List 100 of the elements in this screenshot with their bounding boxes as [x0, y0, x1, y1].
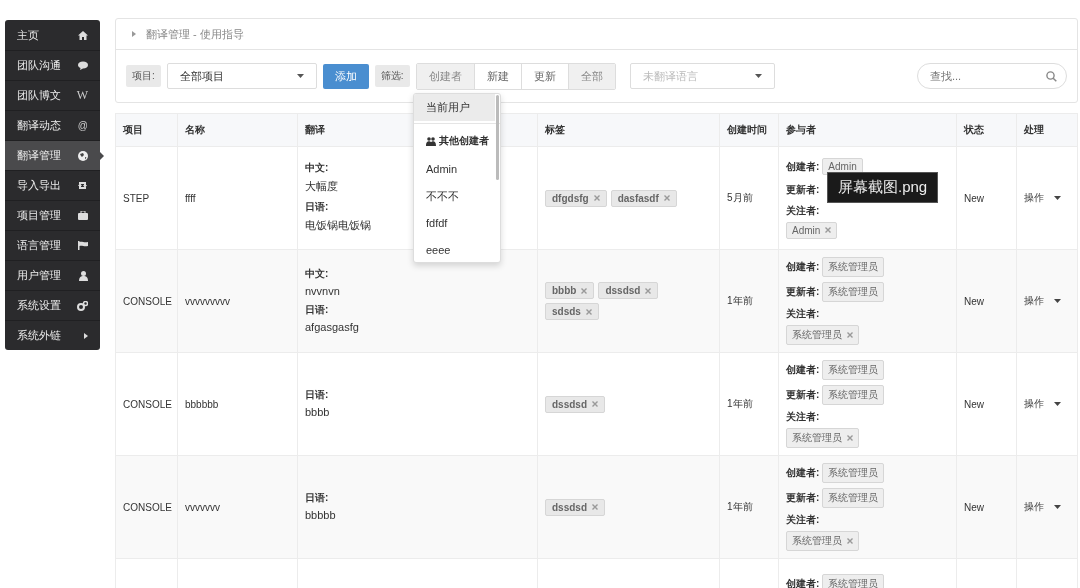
remove-icon[interactable]: [592, 504, 598, 510]
search-field[interactable]: 查找...: [917, 63, 1067, 89]
translation-text: nvvnvn: [305, 285, 340, 297]
users-icon: [426, 136, 436, 146]
cogs-icon: [77, 300, 88, 311]
menu-item[interactable]: 当前用户: [414, 94, 495, 121]
comment-icon: [78, 61, 88, 70]
sidebar-item[interactable]: 项目管理: [5, 200, 100, 230]
caret-icon: [1054, 402, 1061, 406]
user-tag: Admin: [786, 221, 838, 239]
user-tag: 系统管理员: [786, 325, 859, 345]
tag: dssdsd: [545, 395, 605, 413]
menu-item[interactable]: eeee: [414, 237, 495, 262]
menu-header: 其他创建者: [439, 134, 489, 148]
table-cell: 1年前: [727, 501, 753, 512]
table-cell: vvvvvvvvv: [185, 295, 230, 307]
role-label: 更新者:: [786, 182, 820, 197]
remove-icon[interactable]: [847, 435, 853, 441]
tag: dasfasdf: [610, 189, 677, 207]
role-label: 关注者:: [786, 410, 820, 424]
user-icon: [79, 270, 88, 281]
language-label: 日语:: [305, 303, 329, 317]
role-label: 创建者:: [786, 466, 820, 480]
flag-icon: [78, 241, 88, 250]
caret-icon: [754, 74, 762, 78]
table-cell: ffff: [185, 192, 196, 204]
user-tag: 系统管理员: [822, 385, 885, 405]
table-cell: STEP: [123, 192, 150, 204]
action-button[interactable]: 操作: [1024, 500, 1061, 514]
column-header: 项目: [115, 113, 178, 147]
remove-icon[interactable]: [581, 287, 588, 294]
role-label: 更新者:: [786, 388, 820, 402]
language-label: 日语:: [305, 388, 329, 402]
translation-text: bbbb: [305, 406, 330, 418]
project-label: 项目:: [126, 65, 161, 87]
remove-icon[interactable]: [593, 195, 600, 201]
tag: bbbb: [545, 282, 595, 299]
table-cell: 1年前: [727, 295, 753, 306]
sidebar-item[interactable]: 团队沟通: [5, 50, 100, 80]
user-tag: 系统管理员: [786, 531, 859, 551]
table-cell: 5月前: [727, 192, 753, 203]
remove-icon[interactable]: [585, 308, 592, 315]
table-cell: 1年前: [727, 398, 753, 409]
sidebar-item[interactable]: 导入导出: [5, 170, 100, 200]
action-button[interactable]: 操作: [1024, 191, 1061, 205]
user-tag: 系统管理员: [822, 257, 885, 277]
home-icon: [78, 30, 88, 40]
remove-icon[interactable]: [847, 332, 853, 338]
caret-icon: [1054, 299, 1061, 303]
tag: dssdsd: [545, 498, 605, 516]
caret-icon: [1054, 196, 1061, 200]
menu-item[interactable]: fdfdf: [414, 210, 495, 237]
remove-icon[interactable]: [847, 538, 853, 544]
caret-icon: [84, 332, 88, 339]
column-header: 参与者: [778, 113, 957, 147]
tooltip: 屏幕截图.png: [827, 172, 938, 203]
language-label: 中文:: [305, 267, 329, 281]
scrollbar[interactable]: [496, 95, 499, 180]
language-label: 中文:: [305, 161, 329, 175]
role-label: 创建者:: [786, 363, 820, 377]
sidebar-item[interactable]: 系统外链: [5, 320, 100, 350]
user-tag: 系统管理员: [822, 463, 885, 483]
remove-icon[interactable]: [645, 287, 652, 294]
column-header: 标签: [537, 113, 720, 147]
sidebar-item[interactable]: 系统设置: [5, 290, 100, 320]
user-tag: 系统管理员: [822, 574, 885, 588]
sidebar-item[interactable]: 用户管理: [5, 260, 100, 290]
table-cell: vvvvvvv: [185, 501, 220, 513]
status-text: New: [964, 398, 984, 410]
translation-text: 电饭锅电饭锅: [305, 218, 371, 233]
remove-icon[interactable]: [592, 401, 598, 407]
column-header: 状态: [956, 113, 1017, 147]
column-header: 处理: [1016, 113, 1078, 147]
caret-icon: [1054, 505, 1061, 509]
sidebar-item[interactable]: 团队博文 W: [5, 80, 100, 110]
user-tag: 系统管理员: [822, 282, 885, 302]
role-label: 创建者:: [786, 159, 820, 174]
globe-icon: [78, 150, 88, 161]
sidebar-item[interactable]: 语言管理: [5, 230, 100, 260]
status-text: New: [964, 501, 984, 513]
action-button[interactable]: 操作: [1024, 397, 1061, 411]
action-button[interactable]: 操作: [1024, 294, 1061, 308]
column-header: 名称: [177, 113, 298, 147]
role-label: 创建者:: [786, 577, 820, 588]
role-label: 创建者:: [786, 260, 820, 274]
remove-icon[interactable]: [825, 227, 832, 233]
column-header: 创建时间: [719, 113, 779, 147]
tag: dfgdsfg: [545, 189, 607, 207]
sidebar-item[interactable]: 主页: [5, 20, 100, 50]
menu-item[interactable]: Admin: [414, 156, 495, 183]
remove-icon[interactable]: [663, 195, 670, 201]
breadcrumb: 翻译管理 - 使用指导: [146, 26, 244, 42]
table-cell: CONSOLE: [123, 398, 172, 410]
user-tag: 系统管理员: [822, 488, 885, 508]
menu-item[interactable]: 不不不: [414, 183, 495, 210]
status-text: New: [964, 295, 984, 307]
role-label: 关注者:: [786, 203, 820, 218]
project-select[interactable]: 全部项目: [166, 63, 317, 89]
briefcase-icon: [78, 211, 88, 220]
role-label: 更新者:: [786, 491, 820, 505]
